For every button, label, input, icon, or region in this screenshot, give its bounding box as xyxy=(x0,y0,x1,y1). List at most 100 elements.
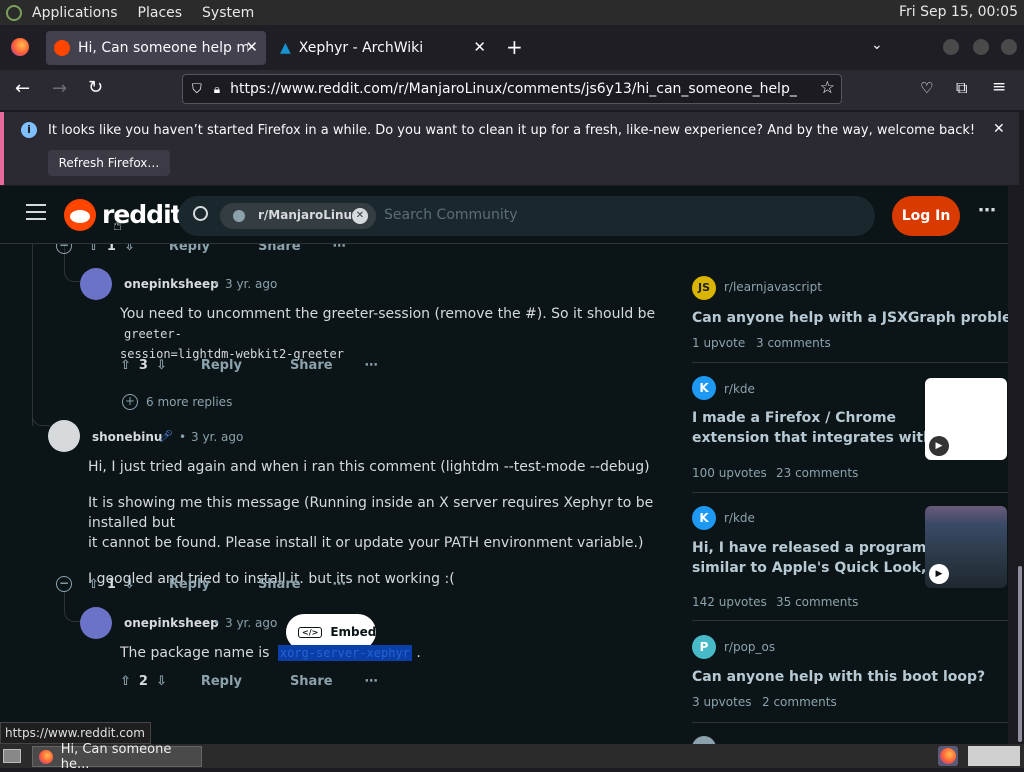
comment-text: You need to uncomment the greeter-sessio… xyxy=(120,306,656,322)
gnome-foot-icon[interactable] xyxy=(6,4,22,21)
upvote-icon[interactable]: ⇧ xyxy=(88,577,99,592)
comment-username[interactable]: onepinksheep xyxy=(124,616,219,630)
close-notification-icon[interactable]: ✕ xyxy=(993,121,1005,137)
refresh-firefox-button[interactable]: Refresh Firefox… xyxy=(48,150,170,176)
archwiki-favicon-icon: ▲ xyxy=(280,40,291,56)
firefox-menu-icon[interactable] xyxy=(11,38,29,56)
firefox-tray-icon[interactable] xyxy=(938,746,958,766)
upvote-icon[interactable]: ⇧ xyxy=(120,358,131,373)
login-button[interactable]: Log In xyxy=(892,196,960,236)
menu-system[interactable]: System xyxy=(202,5,254,21)
comment-age[interactable]: 3 yr. ago xyxy=(191,430,243,444)
reply-button[interactable]: Reply xyxy=(201,358,242,373)
show-desktop-icon[interactable] xyxy=(3,749,21,763)
comment-username[interactable]: onepinksheep xyxy=(124,277,219,291)
downvote-icon[interactable]: ⇩ xyxy=(124,244,135,254)
reply-button[interactable]: Reply xyxy=(201,674,242,689)
workspace-switcher[interactable] xyxy=(968,746,1020,766)
more-replies-link[interactable]: + 6 more replies xyxy=(122,394,232,410)
collapse-icon[interactable]: − xyxy=(56,244,72,254)
more-icon[interactable]: ⋯ xyxy=(333,577,346,592)
bookmark-star-icon[interactable]: ☆ xyxy=(820,78,835,98)
comment-body: Hi, I just tried again and when i ran th… xyxy=(88,457,678,589)
thread-branch xyxy=(32,404,50,426)
reply-button[interactable]: Reply xyxy=(169,244,210,254)
related-post-title[interactable]: Can anyone help with a JSXGraph problem? xyxy=(692,308,1008,328)
taskbar-window-label: Hi, Can someone he... xyxy=(60,741,172,772)
collapse-icon[interactable]: − xyxy=(56,576,72,592)
url-text[interactable]: https://www.reddit.com/r/ManjaroLinux/co… xyxy=(230,81,798,97)
tracking-shield-icon[interactable]: ⛉ xyxy=(192,82,202,97)
extensions-icon[interactable]: ⧉ xyxy=(956,78,967,98)
comment-age[interactable]: 3 yr. ago xyxy=(225,277,277,291)
url-bar[interactable]: ⛉ 🔒︎ https://www.reddit.com/r/ManjaroLin… xyxy=(182,74,842,104)
share-button[interactable]: Share xyxy=(258,244,301,254)
related-post-upvotes: 142 upvotes xyxy=(692,595,767,609)
avatar[interactable] xyxy=(80,268,112,300)
related-post-title[interactable]: I made a Firefox / Chrome xyxy=(692,408,896,428)
subreddit-icon xyxy=(233,210,245,222)
back-arrow-icon[interactable]: ← xyxy=(15,78,30,99)
related-post-title[interactable]: Can anyone help with this boot loop? xyxy=(692,667,985,687)
avatar[interactable] xyxy=(48,420,80,452)
comment-actions-top: − ⇧ 1 ⇩ Reply Share ⋯ xyxy=(56,244,346,254)
lock-icon[interactable]: 🔒︎ xyxy=(214,82,220,97)
share-button[interactable]: Share xyxy=(290,674,333,689)
related-post-title-line2[interactable]: similar to Apple's Quick Look,… xyxy=(692,558,940,578)
subreddit-avatar-icon: P xyxy=(692,635,716,659)
embed-label: Embed xyxy=(330,625,377,639)
tab-xephyr[interactable]: ▲ Xephyr - ArchWiki ✕ xyxy=(272,31,494,65)
page-scrollbar[interactable] xyxy=(1008,186,1024,744)
avatar[interactable] xyxy=(80,607,112,639)
reply-button[interactable]: Reply xyxy=(169,577,210,592)
clock[interactable]: Fri Sep 15, 00:05 xyxy=(899,4,1018,20)
close-window-icon[interactable] xyxy=(1001,39,1017,55)
related-post-subreddit[interactable]: r/kde xyxy=(724,382,755,396)
more-icon[interactable]: ⋯ xyxy=(365,358,378,373)
comment-paragraph: It is showing me this message (Running i… xyxy=(88,495,654,531)
menu-applications[interactable]: Applications xyxy=(32,5,118,21)
reddit-logo-icon[interactable] xyxy=(64,199,96,231)
minimize-window-icon[interactable] xyxy=(943,39,959,55)
related-post-title[interactable]: Hi, I have released a program xyxy=(692,538,926,558)
pocket-icon[interactable]: ♡ xyxy=(920,79,933,97)
taskbar-window-button[interactable]: Hi, Can someone he... xyxy=(32,742,202,772)
related-post-subreddit[interactable]: r/learnjavascript xyxy=(724,280,822,294)
scrollbar-thumb[interactable] xyxy=(1018,566,1022,742)
more-options-icon[interactable]: ⋯ xyxy=(978,200,996,221)
menu-places[interactable]: Places xyxy=(138,5,183,21)
related-post-subreddit[interactable]: r/kde xyxy=(724,511,755,525)
upvote-icon[interactable]: ⇧ xyxy=(88,244,99,254)
comment-username[interactable]: shonebinu xyxy=(92,430,162,444)
forward-arrow-icon[interactable]: → xyxy=(52,78,67,99)
share-button[interactable]: Share xyxy=(258,577,301,592)
firefox-notification-bar: i It looks like you haven’t started Fire… xyxy=(0,112,1019,185)
hamburger-menu-icon[interactable] xyxy=(26,204,46,220)
downvote-icon[interactable]: ⇩ xyxy=(124,577,135,592)
subreddit-avatar-icon xyxy=(692,736,716,744)
close-tab-icon[interactable]: ✕ xyxy=(473,38,486,56)
related-post-title-line2[interactable]: extension that integrates with… xyxy=(692,428,947,448)
reddit-favicon-icon xyxy=(54,40,70,56)
maximize-window-icon[interactable] xyxy=(973,39,989,55)
new-tab-icon[interactable]: + xyxy=(506,35,523,59)
related-post-subreddit[interactable]: r/pop_os xyxy=(724,640,775,654)
more-icon[interactable]: ⋯ xyxy=(333,244,346,254)
reload-icon[interactable]: ↻ xyxy=(88,77,103,98)
search-input[interactable]: Search Community xyxy=(384,207,518,223)
share-button[interactable]: Share xyxy=(290,358,333,373)
comment-age[interactable]: 3 yr. ago xyxy=(225,616,277,630)
subreddit-search-chip[interactable]: r/ManjaroLinux ✕ xyxy=(220,203,376,229)
close-tab-icon[interactable]: ✕ xyxy=(245,38,258,56)
clear-chip-icon[interactable]: ✕ xyxy=(352,208,368,224)
downvote-icon[interactable]: ⇩ xyxy=(156,674,167,689)
tab-label: Xephyr - ArchWiki xyxy=(298,40,424,56)
downvote-icon[interactable]: ⇩ xyxy=(156,358,167,373)
list-all-tabs-icon[interactable]: ⌄ xyxy=(871,37,883,53)
tab-reddit[interactable]: Hi, Can someone help me w ✕ xyxy=(46,31,266,65)
app-menu-icon[interactable]: ≡ xyxy=(992,77,1006,97)
upvote-icon[interactable]: ⇧ xyxy=(120,674,131,689)
more-icon[interactable]: ⋯ xyxy=(365,674,378,689)
related-post-thumbnail[interactable]: ▶ xyxy=(925,506,1007,588)
related-post-thumbnail[interactable]: ▶ xyxy=(925,378,1007,460)
